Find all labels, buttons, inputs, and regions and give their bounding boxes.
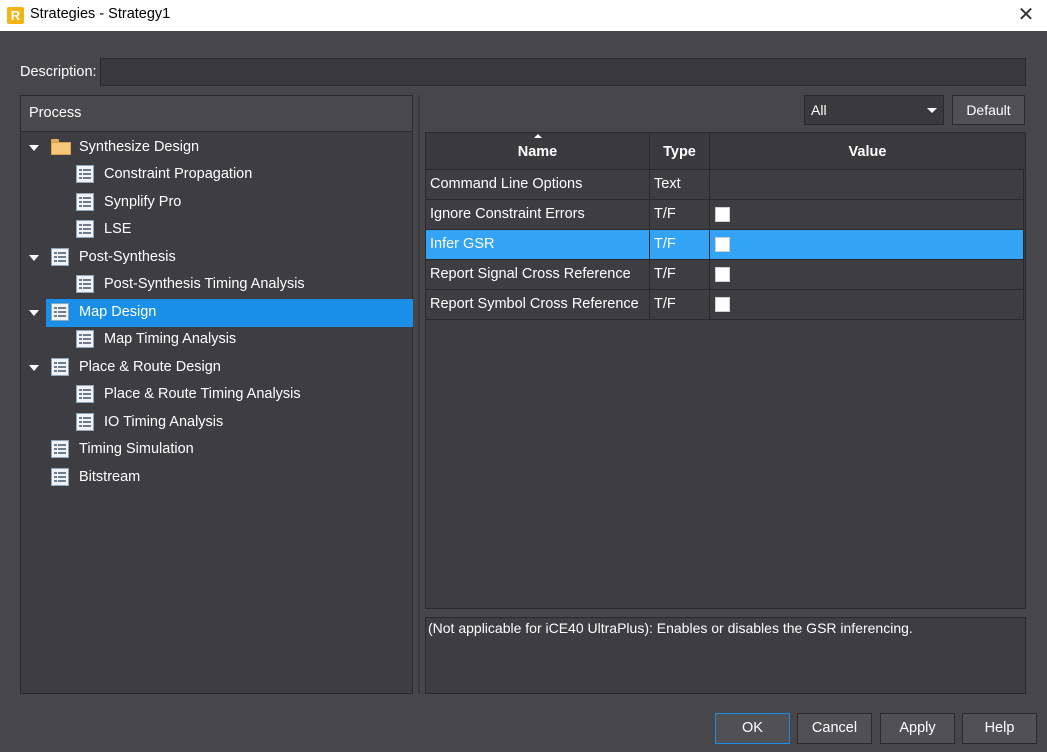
value-checkbox[interactable] bbox=[715, 267, 730, 282]
apply-button[interactable]: Apply bbox=[880, 713, 955, 744]
cell-type: T/F bbox=[650, 290, 710, 320]
cell-value bbox=[710, 260, 1024, 290]
cell-type: T/F bbox=[650, 260, 710, 290]
column-header-name-label: Name bbox=[517, 144, 558, 160]
panel-splitter[interactable] bbox=[418, 95, 420, 694]
value-checkbox[interactable] bbox=[715, 207, 730, 222]
cell-type: Text bbox=[650, 170, 710, 200]
column-header-value-label: Value bbox=[848, 144, 887, 160]
tree-item-label: Post-Synthesis Timing Analysis bbox=[104, 276, 305, 292]
filter-selected-value: All bbox=[811, 102, 827, 118]
tree-item[interactable]: LSE bbox=[21, 217, 413, 242]
help-text: (Not applicable for iCE40 UltraPlus): En… bbox=[428, 620, 913, 636]
cell-value bbox=[710, 230, 1024, 260]
cell-name: Infer GSR bbox=[426, 230, 650, 260]
tree-item[interactable]: Place & Route Design bbox=[21, 355, 413, 380]
tree-item[interactable]: Map Design bbox=[21, 299, 413, 327]
expand-arrow-icon[interactable] bbox=[29, 365, 39, 371]
app-logo-icon: R bbox=[7, 7, 24, 24]
tree-item[interactable]: Synthesize Design bbox=[21, 135, 413, 160]
tree-item-label: LSE bbox=[104, 221, 132, 237]
process-header: Process bbox=[21, 96, 412, 132]
cell-value[interactable] bbox=[710, 170, 1024, 200]
cell-name: Command Line Options bbox=[426, 170, 650, 200]
tree-item-label: Bitstream bbox=[79, 469, 141, 485]
table-row[interactable]: Report Signal Cross Reference T/F bbox=[426, 260, 1024, 290]
table-row[interactable]: Report Symbol Cross Reference T/F bbox=[426, 290, 1024, 320]
description-label: Description: bbox=[20, 64, 97, 80]
tree-item-label: Synthesize Design bbox=[79, 139, 200, 155]
tree-item-label: Map Design bbox=[79, 304, 157, 320]
expand-arrow-icon[interactable] bbox=[29, 310, 39, 316]
cell-value bbox=[710, 290, 1024, 320]
list-icon bbox=[76, 165, 94, 183]
help-button[interactable]: Help bbox=[962, 713, 1037, 744]
table-row[interactable]: Ignore Constraint Errors T/F bbox=[426, 200, 1024, 230]
tree-item-label: Map Timing Analysis bbox=[104, 331, 237, 347]
chevron-down-icon bbox=[927, 108, 937, 113]
help-text-panel: (Not applicable for iCE40 UltraPlus): En… bbox=[425, 617, 1026, 694]
tree-item-label: Constraint Propagation bbox=[104, 166, 253, 182]
filter-dropdown[interactable]: All bbox=[804, 95, 944, 125]
list-icon bbox=[51, 358, 69, 376]
column-header-type-label: Type bbox=[663, 144, 696, 160]
list-icon bbox=[76, 193, 94, 211]
cell-name: Report Signal Cross Reference bbox=[426, 260, 650, 290]
list-icon bbox=[76, 385, 94, 403]
window-title: Strategies - Strategy1 bbox=[30, 6, 171, 22]
default-button[interactable]: Default bbox=[952, 95, 1025, 125]
tree-item[interactable]: IO Timing Analysis bbox=[21, 410, 413, 435]
list-icon bbox=[76, 220, 94, 238]
column-header-value[interactable]: Value bbox=[710, 133, 1026, 170]
list-icon bbox=[51, 440, 69, 458]
tree-item[interactable]: Timing Simulation bbox=[21, 437, 413, 462]
expand-arrow-icon[interactable] bbox=[29, 145, 39, 151]
list-icon bbox=[76, 413, 94, 431]
tree-item[interactable]: Bitstream bbox=[21, 465, 413, 490]
close-icon[interactable]: ✕ bbox=[1013, 3, 1039, 27]
tree-item[interactable]: Post-Synthesis Timing Analysis bbox=[21, 272, 413, 297]
tree-item[interactable]: Map Timing Analysis bbox=[21, 327, 413, 352]
column-header-name[interactable]: Name bbox=[426, 133, 650, 170]
folder-icon bbox=[51, 139, 71, 155]
list-icon bbox=[51, 468, 69, 486]
column-header-type[interactable]: Type bbox=[650, 133, 710, 170]
tree-item-label: Synplify Pro bbox=[104, 194, 182, 210]
list-icon bbox=[51, 303, 69, 321]
cell-type: T/F bbox=[650, 200, 710, 230]
tree-item-label: Place & Route Timing Analysis bbox=[104, 386, 301, 402]
expand-arrow-icon[interactable] bbox=[29, 255, 39, 261]
tree-item-label: IO Timing Analysis bbox=[104, 414, 224, 430]
description-input[interactable] bbox=[100, 58, 1026, 86]
cancel-button[interactable]: Cancel bbox=[797, 713, 872, 744]
table-row[interactable]: Command Line Options Text bbox=[426, 170, 1024, 200]
tree-item[interactable]: Constraint Propagation bbox=[21, 162, 413, 187]
tree-item-label: Timing Simulation bbox=[79, 441, 194, 457]
list-icon bbox=[76, 330, 94, 348]
cell-type: T/F bbox=[650, 230, 710, 260]
table-row[interactable]: Infer GSR T/F bbox=[426, 230, 1024, 260]
cell-name: Report Symbol Cross Reference bbox=[426, 290, 650, 320]
sort-ascending-icon bbox=[534, 134, 542, 138]
tree-item-label: Place & Route Design bbox=[79, 359, 221, 375]
tree-item-label: Post-Synthesis bbox=[79, 249, 176, 265]
tree-item[interactable]: Synplify Pro bbox=[21, 190, 413, 215]
list-icon bbox=[76, 275, 94, 293]
title-bar: R Strategies - Strategy1 ✕ bbox=[0, 0, 1047, 31]
tree-item[interactable]: Place & Route Timing Analysis bbox=[21, 382, 413, 407]
value-checkbox[interactable] bbox=[715, 237, 730, 252]
tree-item[interactable]: Post-Synthesis bbox=[21, 245, 413, 270]
process-panel: Process Synthesize Design Constraint Prop… bbox=[20, 95, 413, 694]
list-icon bbox=[51, 248, 69, 266]
ok-button[interactable]: OK bbox=[715, 713, 790, 744]
cell-name: Ignore Constraint Errors bbox=[426, 200, 650, 230]
value-checkbox[interactable] bbox=[715, 297, 730, 312]
options-table: Name Type Value Command Line Options Text… bbox=[425, 132, 1026, 609]
cell-value bbox=[710, 200, 1024, 230]
